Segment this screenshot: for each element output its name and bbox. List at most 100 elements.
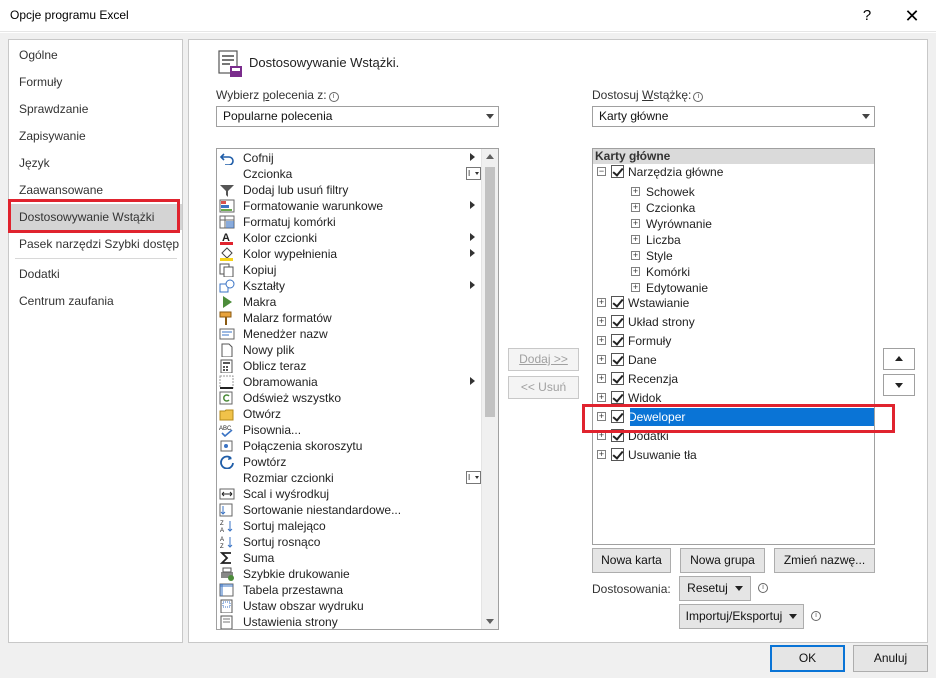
- nav-item-9[interactable]: Centrum zaufania: [9, 288, 182, 314]
- scroll-thumb[interactable]: [485, 167, 495, 417]
- checkbox[interactable]: [611, 165, 624, 178]
- command-item[interactable]: A Z Sortuj rosnąco: [217, 534, 481, 550]
- nav-item-3[interactable]: Zapisywanie: [9, 123, 182, 149]
- move-down-button[interactable]: [883, 374, 915, 396]
- tree-tab-item[interactable]: + Formuły: [593, 332, 874, 350]
- close-button[interactable]: ✕: [898, 4, 926, 28]
- command-item[interactable]: Czcionka I: [217, 166, 481, 182]
- nav-item-7[interactable]: Pasek narzędzi Szybki dostęp: [9, 231, 182, 257]
- nav-item-5[interactable]: Zaawansowane: [9, 177, 182, 203]
- tree-tab-item[interactable]: + Widok: [593, 389, 874, 407]
- command-item[interactable]: Oblicz teraz: [217, 358, 481, 374]
- import-export-button[interactable]: Importuj/Eksportuj: [679, 604, 804, 629]
- command-item[interactable]: Cofnij: [217, 150, 481, 166]
- command-item[interactable]: Formatuj komórki: [217, 214, 481, 230]
- scroll-up-arrow-icon[interactable]: [482, 149, 498, 165]
- expand-icon[interactable]: +: [597, 336, 606, 345]
- choose-commands-select[interactable]: Popularne polecenia: [216, 106, 499, 127]
- tree-tab-item[interactable]: + Dodatki: [593, 427, 874, 445]
- checkbox[interactable]: [611, 296, 624, 309]
- tree-tab-item[interactable]: + Recenzja: [593, 370, 874, 388]
- ok-button[interactable]: OK: [770, 645, 845, 672]
- expand-icon[interactable]: +: [597, 431, 606, 440]
- cancel-button[interactable]: Anuluj: [853, 645, 928, 672]
- rename-button[interactable]: Zmień nazwę...: [774, 548, 875, 573]
- command-item[interactable]: Obramowania: [217, 374, 481, 390]
- nav-item-1[interactable]: Formuły: [9, 69, 182, 95]
- expand-icon[interactable]: +: [631, 235, 640, 244]
- scroll-down-arrow-icon[interactable]: [482, 613, 498, 629]
- tree-tab-item[interactable]: + Deweloper: [593, 408, 874, 426]
- checkbox[interactable]: [611, 315, 624, 328]
- checkbox[interactable]: [611, 410, 624, 423]
- expand-icon[interactable]: +: [597, 374, 606, 383]
- commands-list[interactable]: Ustawienia strony Ustaw obszar wydruku Tab…: [216, 148, 499, 630]
- command-item[interactable]: Menedżer nazw: [217, 326, 481, 342]
- tree-tab-item[interactable]: + Układ strony: [593, 313, 874, 331]
- checkbox[interactable]: [611, 334, 624, 347]
- checkbox[interactable]: [611, 448, 624, 461]
- customize-ribbon-select[interactable]: Karty główne: [592, 106, 875, 127]
- command-item[interactable]: Otwórz: [217, 406, 481, 422]
- new-group-button[interactable]: Nowa grupa: [680, 548, 765, 573]
- command-item[interactable]: Powtórz: [217, 454, 481, 470]
- expand-icon[interactable]: +: [631, 267, 640, 276]
- command-item[interactable]: Kopiuj: [217, 262, 481, 278]
- checkbox[interactable]: [611, 429, 624, 442]
- command-item[interactable]: Sortowanie niestandardowe...: [217, 502, 481, 518]
- checkbox[interactable]: [611, 353, 624, 366]
- nav-item-4[interactable]: Język: [9, 150, 182, 176]
- nav-item-2[interactable]: Sprawdzanie: [9, 96, 182, 122]
- expand-icon[interactable]: +: [597, 298, 606, 307]
- command-item[interactable]: Z A Sortuj malejąco: [217, 518, 481, 534]
- content-panel: Dostosowywanie Wstążki. Wybierz poleceni…: [188, 39, 928, 643]
- expand-icon[interactable]: +: [597, 355, 606, 364]
- nav-item-6[interactable]: Dostosowywanie Wstążki: [9, 204, 182, 230]
- expand-icon[interactable]: +: [631, 251, 640, 260]
- command-item[interactable]: Nowy plik: [217, 342, 481, 358]
- command-item[interactable]: Suma: [217, 550, 481, 566]
- command-item[interactable]: Malarz formatów: [217, 310, 481, 326]
- expand-icon[interactable]: +: [597, 393, 606, 402]
- tree-tab-item[interactable]: + Usuwanie tła: [593, 446, 874, 464]
- checkbox[interactable]: [611, 372, 624, 385]
- help-button[interactable]: ?: [853, 4, 881, 28]
- tree-tab-item[interactable]: + Wstawianie: [593, 294, 874, 312]
- command-item[interactable]: A Kolor czcionki: [217, 230, 481, 246]
- new-tab-button[interactable]: Nowa karta: [592, 548, 671, 573]
- expand-icon[interactable]: +: [631, 187, 640, 196]
- command-item[interactable]: Kolor wypełnienia: [217, 246, 481, 262]
- expand-icon[interactable]: +: [631, 203, 640, 212]
- expand-icon[interactable]: +: [631, 283, 640, 292]
- commands-scrollbar[interactable]: [481, 149, 498, 629]
- command-item[interactable]: Szybkie drukowanie: [217, 566, 481, 582]
- command-item[interactable]: Makra: [217, 294, 481, 310]
- command-item[interactable]: Ustawienia strony: [217, 614, 481, 629]
- move-up-button[interactable]: [883, 348, 915, 370]
- nav-item-8[interactable]: Dodatki: [9, 261, 182, 287]
- nav-item-0[interactable]: Ogólne: [9, 42, 182, 68]
- expand-icon[interactable]: +: [597, 317, 606, 326]
- command-item[interactable]: Odśwież wszystko: [217, 390, 481, 406]
- reset-button[interactable]: Resetuj: [679, 576, 751, 601]
- command-item[interactable]: Formatowanie warunkowe: [217, 198, 481, 214]
- ribbon-tabs-tree[interactable]: Karty główne − Narzędzia główne + Schowek + C…: [592, 148, 875, 545]
- expand-icon[interactable]: +: [631, 219, 640, 228]
- command-item[interactable]: Scal i wyśrodkuj: [217, 486, 481, 502]
- command-item[interactable]: Kształty: [217, 278, 481, 294]
- command-item[interactable]: ABC Pisownia...: [217, 422, 481, 438]
- command-item[interactable]: Ustaw obszar wydruku: [217, 598, 481, 614]
- tree-item-root[interactable]: − Narzędzia główne: [593, 163, 874, 181]
- command-item[interactable]: Połączenia skoroszytu: [217, 438, 481, 454]
- add-button[interactable]: Dodaj >>: [508, 348, 579, 371]
- command-label: Suma: [243, 551, 275, 565]
- expand-icon[interactable]: +: [597, 412, 606, 421]
- command-item[interactable]: Dodaj lub usuń filtry: [217, 182, 481, 198]
- tree-tab-item[interactable]: + Dane: [593, 351, 874, 369]
- remove-button[interactable]: << Usuń: [508, 376, 579, 399]
- expand-icon[interactable]: −: [597, 167, 606, 176]
- command-item[interactable]: Rozmiar czcionki I: [217, 470, 481, 486]
- checkbox[interactable]: [611, 391, 624, 404]
- expand-icon[interactable]: +: [597, 450, 606, 459]
- command-item[interactable]: Tabela przestawna: [217, 582, 481, 598]
